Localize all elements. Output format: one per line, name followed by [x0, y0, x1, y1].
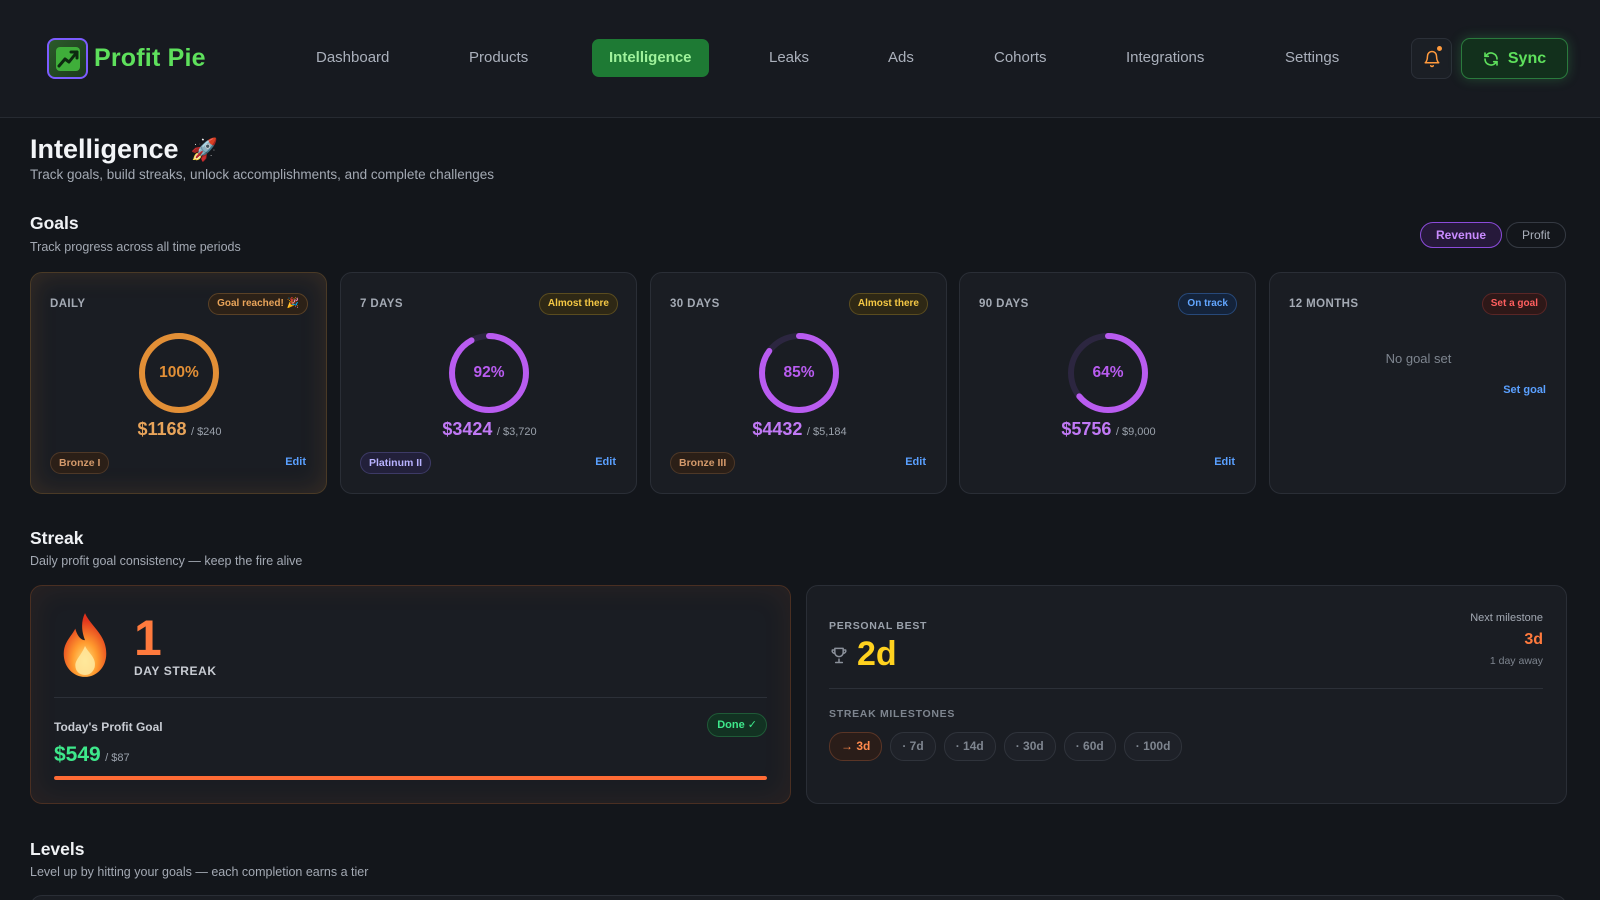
personal-best-label: PERSONAL BEST — [829, 620, 928, 632]
goal-card: 90 DAYS On track 64% $5756 / $9,000 Edit — [959, 272, 1256, 494]
goals-subtitle: Track progress across all time periods — [30, 240, 241, 254]
goal-current: $1168 — [137, 419, 187, 439]
goal-target: / $3,720 — [496, 426, 537, 438]
goal-status-badge: Set a goal — [1481, 293, 1547, 315]
goal-percent: 100% — [159, 364, 199, 381]
goal-amount: $4432 / $5,184 — [651, 419, 948, 440]
goal-card: 30 DAYS Almost there 85% $4432 / $5,184 Bron… — [650, 272, 947, 494]
nav-integrations[interactable]: Integrations — [1109, 39, 1221, 77]
goal-status-badge: Goal reached! 🎉 — [208, 293, 308, 315]
personal-best-card: PERSONAL BEST 2d Next milestone 3d 1 day… — [806, 585, 1567, 804]
notifications-button[interactable] — [1411, 38, 1452, 79]
goal-period: 7 DAYS — [360, 298, 403, 310]
goal-amount: $5756 / $9,000 — [960, 419, 1257, 440]
goal-target: / $9,000 — [1115, 426, 1156, 438]
bell-icon — [1424, 50, 1439, 67]
page-title-text: Intelligence — [30, 134, 179, 164]
milestone-chip: → 3d — [829, 732, 883, 761]
nav-intelligence[interactable]: Intelligence — [592, 39, 709, 77]
todays-target: / $87 — [105, 752, 130, 764]
next-milestone-value: 3d — [1524, 631, 1543, 648]
nav-cohorts[interactable]: Cohorts — [977, 39, 1064, 77]
goal-card: 12 MONTHS Set a goal No goal set Set goal — [1269, 272, 1566, 494]
goal-card: DAILY Goal reached! 🎉 100% $1168 / $240 Bron… — [30, 272, 327, 494]
divider — [829, 688, 1543, 689]
todays-goal-progress — [54, 776, 767, 780]
rocket-icon: 🚀 — [190, 136, 218, 162]
fire-icon — [63, 613, 107, 677]
milestone-chip: · 30d — [1003, 732, 1056, 761]
streak-count-label: DAY STREAK — [134, 664, 217, 678]
goal-period: 90 DAYS — [979, 298, 1029, 310]
personal-best: 2d — [829, 635, 897, 674]
main-nav: Dashboard Products Intelligence Leaks Ad… — [0, 39, 1600, 77]
sync-label: Sync — [1507, 49, 1547, 67]
streak-count: 1 — [134, 610, 162, 666]
goal-status-badge: Almost there — [538, 293, 618, 315]
nav-leaks[interactable]: Leaks — [752, 39, 826, 77]
tier-badge: Bronze I — [50, 452, 110, 474]
notification-dot — [1437, 46, 1442, 51]
goal-percent: 92% — [473, 364, 505, 381]
nav-products[interactable]: Products — [452, 39, 545, 77]
goals-title: Goals — [30, 213, 79, 233]
goal-amount: $3424 / $3,720 — [341, 419, 638, 440]
nav-settings[interactable]: Settings — [1268, 39, 1356, 77]
profit-toggle[interactable]: Profit — [1506, 222, 1567, 248]
goal-status-badge: On track — [1178, 293, 1237, 315]
nav-dashboard[interactable]: Dashboard — [299, 39, 406, 77]
goal-current: $5756 — [1061, 419, 1112, 439]
revenue-toggle[interactable]: Revenue — [1420, 222, 1503, 248]
divider — [54, 697, 767, 698]
goal-target: / $5,184 — [806, 426, 847, 438]
page-title: Intelligence 🚀 — [30, 134, 218, 165]
goal-period: DAILY — [50, 298, 86, 310]
sync-button[interactable]: Sync — [1461, 38, 1568, 79]
goal-period: 30 DAYS — [670, 298, 720, 310]
page-subtitle: Track goals, build streaks, unlock accom… — [30, 167, 494, 182]
top-bar: Profit Pie Dashboard Products Intelligen… — [0, 0, 1600, 118]
todays-amount: $549 — [54, 743, 101, 766]
milestone-chip: · 14d — [943, 732, 996, 761]
refresh-icon — [1484, 51, 1498, 66]
goal-amount: $1168 / $240 — [31, 419, 328, 440]
no-goal-text: No goal set — [1385, 351, 1452, 366]
next-milestone-away: 1 day away — [1489, 655, 1543, 667]
streak-title: Streak — [30, 528, 84, 548]
set-goal-link[interactable]: Set goal — [1503, 384, 1546, 396]
milestones-label: STREAK MILESTONES — [829, 708, 956, 720]
goal-percent: 64% — [1092, 364, 1124, 381]
personal-best-value: 2d — [857, 635, 897, 673]
streak-subtitle: Daily profit goal consistency — keep the… — [30, 554, 303, 568]
milestone-chip: · 7d — [890, 732, 936, 761]
goal-target: / $240 — [190, 426, 222, 438]
nav-ads[interactable]: Ads — [871, 39, 931, 77]
todays-goal-amount: $549 / $87 — [54, 743, 130, 767]
tier-badge: Platinum II — [360, 452, 432, 474]
trophy-icon — [831, 647, 847, 663]
milestone-chip: · 60d — [1063, 732, 1116, 761]
edit-goal-link[interactable]: Edit — [595, 456, 616, 468]
goal-percent: 85% — [783, 364, 815, 381]
streak-card: 1 DAY STREAK Today's Profit Goal Done ✓ … — [30, 585, 791, 804]
goal-status-badge: Almost there — [848, 293, 928, 315]
todays-goal-label: Today's Profit Goal — [54, 720, 163, 734]
next-milestone-label: Next milestone — [1470, 612, 1543, 624]
milestone-chip: · 100d — [1123, 732, 1183, 761]
tier-badge: Bronze III — [670, 452, 736, 474]
todays-goal-progress-fill — [54, 776, 767, 780]
goal-period: 12 MONTHS — [1289, 298, 1359, 310]
levels-title: Levels — [30, 839, 85, 859]
levels-subtitle: Level up by hitting your goals — each co… — [30, 865, 369, 879]
goal-current: $3424 — [442, 419, 493, 439]
levels-card — [30, 895, 1567, 900]
goal-card: 7 DAYS Almost there 92% $3424 / $3,720 Plati… — [340, 272, 637, 494]
done-badge: Done ✓ — [707, 713, 767, 737]
edit-goal-link[interactable]: Edit — [905, 456, 926, 468]
milestones-row: → 3d · 7d · 14d · 30d · 60d · 100d — [829, 732, 1183, 761]
edit-goal-link[interactable]: Edit — [285, 456, 306, 468]
goal-current: $4432 — [752, 419, 803, 439]
edit-goal-link[interactable]: Edit — [1214, 456, 1235, 468]
